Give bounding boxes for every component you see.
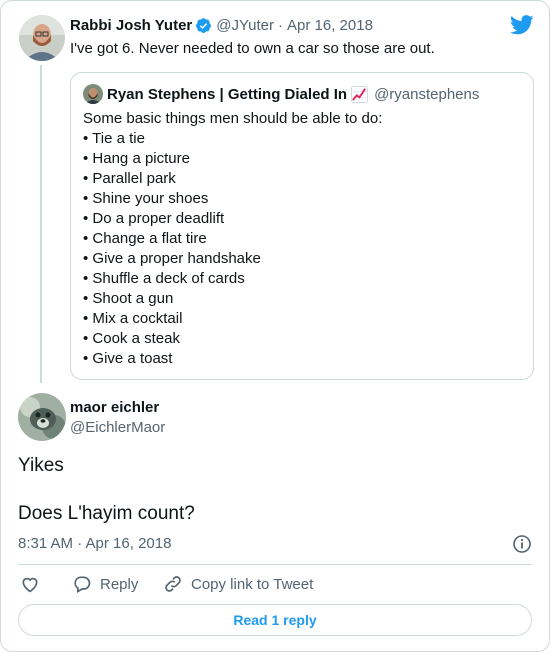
quoted-tweet-header: Ryan Stephens | Getting Dialed In @ryans… [107, 86, 479, 103]
author-handle[interactable]: @JYuter [216, 17, 274, 34]
reply-timestamp[interactable]: 8:31 AM · Apr 16, 2018 [18, 535, 171, 552]
info-icon[interactable] [512, 534, 532, 559]
verified-badge-icon [195, 17, 212, 34]
quoted-author-name: Ryan Stephens | Getting Dialed In [107, 86, 348, 103]
list-item: • Parallel park [83, 170, 176, 187]
copy-link-label: Copy link to Tweet [191, 575, 314, 593]
link-icon [163, 574, 183, 594]
reply-author-name[interactable]: maor eichler [70, 399, 159, 416]
avatar-ryan-stephens [83, 84, 103, 104]
list-item: • Give a proper handshake [83, 250, 261, 267]
reply-label: Reply [100, 575, 139, 593]
twitter-bird-icon[interactable] [510, 15, 534, 40]
copy-link-button[interactable]: Copy link to Tweet [163, 574, 313, 594]
thread-connector-line [40, 65, 42, 383]
list-item: • Shoot a gun [83, 290, 174, 307]
list-item: • Tie a tie [83, 130, 145, 147]
tweet1-header: Rabbi Josh Yuter @JYuter · Apr 16, 2018 [70, 17, 373, 34]
tweet-date[interactable]: Apr 16, 2018 [287, 17, 373, 34]
reply-author-handle[interactable]: @EichlerMaor [70, 419, 165, 436]
avatar-josh-yuter[interactable] [19, 15, 65, 61]
read-replies-button[interactable]: Read 1 reply [18, 604, 532, 636]
avatar-maor-eichler[interactable] [18, 393, 66, 441]
chart-increasing-emoji-icon [351, 86, 369, 103]
list-item: • Shine your shoes [83, 190, 209, 207]
reply-button[interactable]: Reply [72, 574, 138, 594]
list-item: • Change a flat tire [83, 230, 207, 247]
reply-icon [72, 574, 92, 594]
embedded-tweet-card: Rabbi Josh Yuter @JYuter · Apr 16, 2018 … [0, 0, 550, 652]
heart-icon [20, 577, 40, 598]
list-item: • Do a proper deadlift [83, 210, 225, 227]
separator-dot: · [278, 17, 284, 34]
tweet1-text: I've got 6. Never needed to own a car so… [70, 40, 435, 57]
list-item: • Shuffle a deck of cards [83, 270, 245, 287]
list-item: • Hang a picture [83, 150, 190, 167]
reply-text-line1: Yikes [18, 455, 64, 476]
list-item: • Give a toast [83, 350, 173, 367]
divider [18, 564, 532, 565]
list-item: • Cook a steak [83, 330, 180, 347]
quoted-author-handle: @ryanstephens [374, 86, 480, 103]
author-name[interactable]: Rabbi Josh Yuter [70, 17, 192, 34]
like-button[interactable] [20, 574, 40, 599]
reply-text-line2: Does L'hayim count? [18, 503, 195, 524]
quoted-intro-text: Some basic things men should be able to … [83, 110, 383, 127]
list-item: • Mix a cocktail [83, 310, 183, 327]
